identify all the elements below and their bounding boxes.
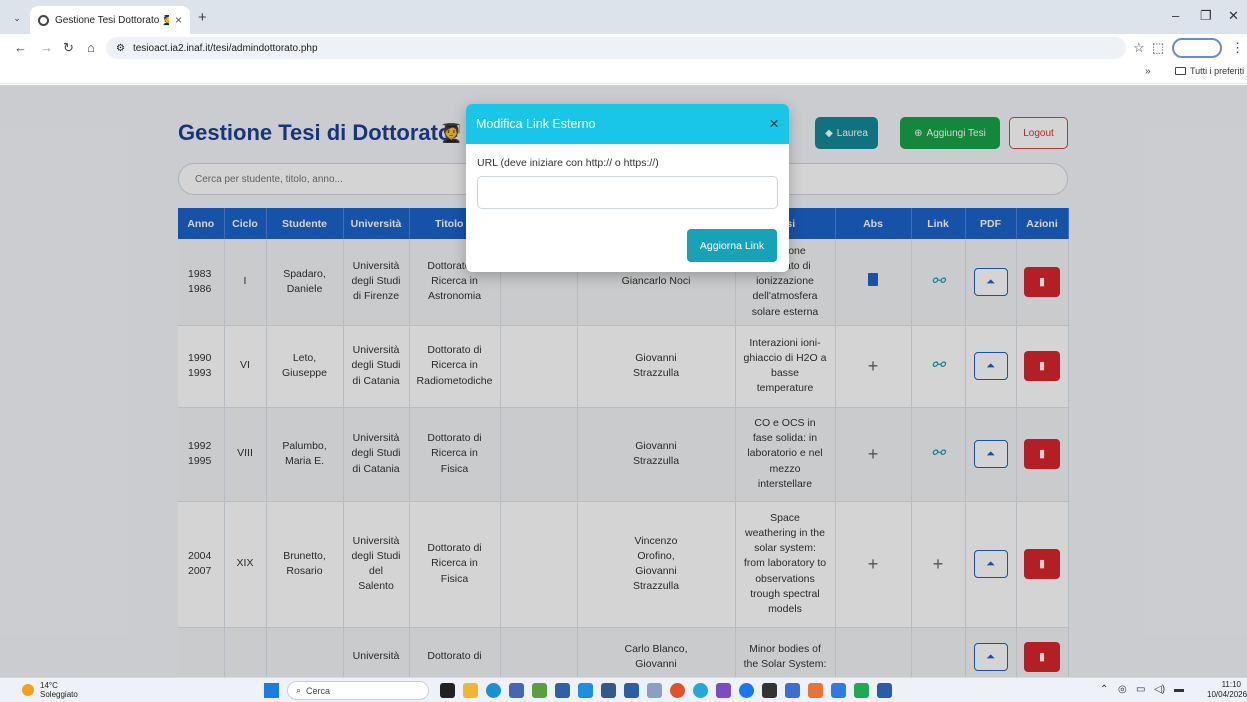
network-icon[interactable]: ▭ [1136,684,1145,695]
clock-date: 10/04/2026 [1207,690,1247,699]
back-icon[interactable]: ← [14,40,27,55]
modal-header: Modifica Link Esterno × [466,104,789,144]
mail-icon[interactable] [647,683,662,698]
weather-desc: Soleggiato [40,690,78,699]
modal-title: Modifica Link Esterno [476,117,596,131]
outlook-icon[interactable] [831,683,846,698]
skype-icon[interactable] [578,683,593,698]
task-view-icon[interactable] [440,683,455,698]
url-bar[interactable]: ⚙ tesioact.ia2.inaf.it/tesi/admindottora… [106,37,1126,59]
file-explorer-icon[interactable] [463,683,478,698]
browser-tab[interactable]: Gestione Tesi Dottorato 🧑‍🎓 × [30,6,190,34]
tab-close-icon[interactable]: × [175,13,182,27]
word-icon[interactable] [877,683,892,698]
new-tab-button[interactable]: + [198,9,207,26]
windows-start-icon[interactable] [264,683,279,698]
terminal-icon[interactable] [762,683,777,698]
tab-search-chevron-icon[interactable]: ⌄ [8,10,26,26]
vscode-icon[interactable] [716,683,731,698]
forward-icon[interactable]: → [40,40,53,55]
address-toolbar: ← → ↻ ⌂ ⚙ tesioact.ia2.inaf.it/tesi/admi… [0,34,1247,62]
weather-temp: 14°C [40,681,58,690]
bookmark-star-icon[interactable]: ☆ [1133,40,1145,56]
teams-icon[interactable] [509,683,524,698]
notepad-icon[interactable] [532,683,547,698]
chrome-icon[interactable] [670,683,685,698]
whatsapp-desktop-icon[interactable] [854,683,869,698]
url-text: tesioact.ia2.inaf.it/tesi/admindottorato… [132,42,318,54]
clock-time: 11:10 [1221,680,1241,689]
bookmarks-bar: » Tutti i preferiti [0,62,1247,84]
edit-link-modal: Modifica Link Esterno × URL (deve inizia… [466,104,789,272]
remote-desktop-icon[interactable] [785,683,800,698]
volume-icon[interactable]: ◁) [1154,684,1165,695]
home-icon[interactable]: ⌂ [87,40,95,55]
taskbar-search-label: Cerca [306,685,331,696]
tray-app-icon[interactable]: ◎ [1118,684,1127,695]
windows-taskbar: 14°C Soleggiato ⌕ Cerca ⌃ ◎ ▭ ◁) ▬ 11:10… [0,677,1247,702]
paint-icon[interactable] [808,683,823,698]
favicon-icon [38,14,49,26]
whiteboard-icon[interactable] [601,683,616,698]
menu-icon[interactable]: ⋮ [1231,40,1244,56]
system-clock[interactable]: 11:10 10/04/2026 [1207,680,1247,700]
reload-icon[interactable]: ↻ [63,40,74,56]
site-info-icon[interactable]: ⚙ [116,43,125,54]
sun-icon [22,684,34,696]
profile-avatar[interactable] [1172,38,1222,58]
app-k-icon[interactable] [624,683,639,698]
edge-icon[interactable] [486,683,501,698]
url-field[interactable] [477,176,778,209]
search-icon: ⌕ [296,685,302,695]
update-link-button[interactable]: Aggiorna Link [687,229,777,262]
folder-icon [1175,67,1186,75]
calculator-icon[interactable] [555,683,570,698]
tab-title: Gestione Tesi Dottorato 🧑‍🎓 [55,14,169,26]
facebook-icon[interactable] [739,683,754,698]
bookmarks-more-button[interactable]: » [1145,66,1151,77]
browser-tab-strip: ⌄ Gestione Tesi Dottorato 🧑‍🎓 × + – ❐ ✕ [0,0,1247,34]
taskbar-search[interactable]: ⌕ Cerca [287,681,429,700]
window-close-icon[interactable]: ✕ [1228,8,1239,24]
restore-icon[interactable]: ❐ [1200,8,1212,24]
battery-icon[interactable]: ▬ [1174,684,1184,695]
bookmarks-folder[interactable]: Tutti i preferiti [1175,66,1244,76]
whatsapp-icon[interactable] [693,683,708,698]
url-field-label: URL (deve iniziare con http:// o https:/… [477,157,659,169]
modal-close-icon[interactable]: × [769,114,779,134]
tray-overflow-icon[interactable]: ⌃ [1100,684,1108,695]
bookmarks-folder-label: Tutti i preferiti [1190,66,1245,76]
weather-widget[interactable]: 14°C Soleggiato [22,681,78,699]
extensions-icon[interactable]: ⬚ [1152,40,1164,56]
minimize-icon[interactable]: – [1172,8,1179,23]
